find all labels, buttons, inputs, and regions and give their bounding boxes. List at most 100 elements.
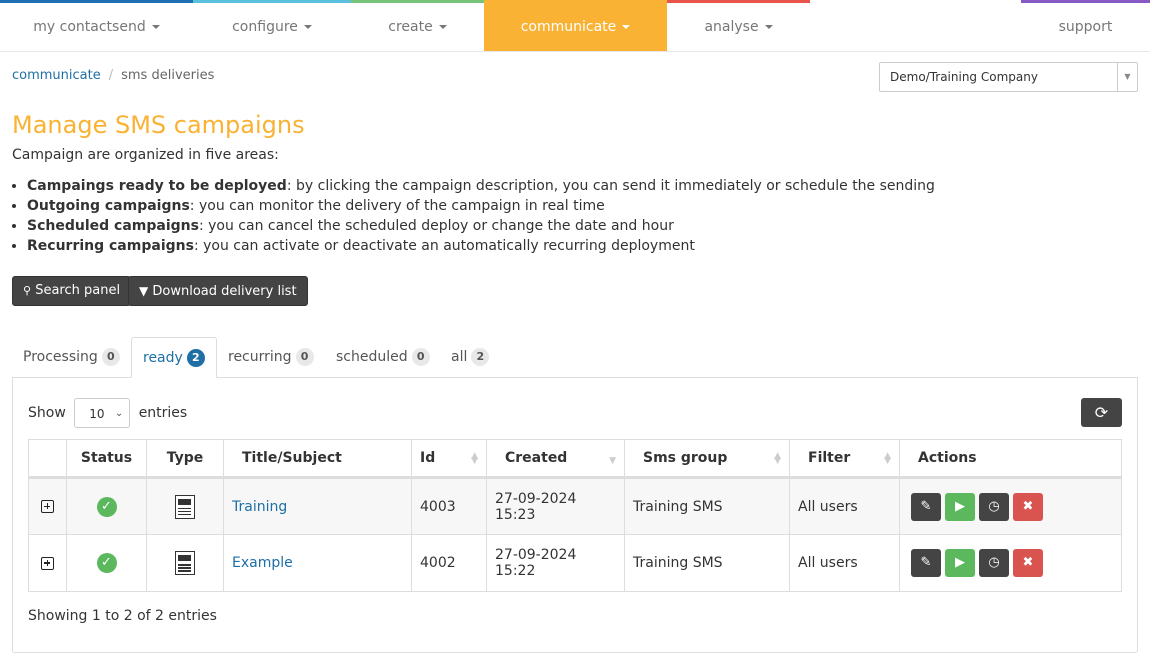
page-size-value: 10 [89, 407, 105, 421]
check-circle-icon: ✓ [96, 496, 117, 517]
status-cell: ✓ [66, 477, 147, 535]
count-badge: 2 [186, 349, 205, 367]
column-header-type[interactable]: Type [146, 439, 224, 479]
table-row: ✓ Training 4003 27-09-2024 15:23 Training… [28, 477, 1122, 535]
area-item: Outgoing campaigns: you can monitor the … [27, 196, 935, 216]
entries-label: entries [138, 405, 188, 421]
company-select[interactable]: Demo/Training Company ▼ [879, 62, 1138, 92]
breadcrumb-current: sms deliveries [121, 68, 215, 83]
play-circle-icon: ▶ [955, 498, 965, 514]
header-label: Filter [808, 450, 851, 466]
delete-button[interactable]: ✖ [1013, 549, 1043, 577]
tab-recurring[interactable]: recurring 0 [217, 337, 325, 378]
area-description: : you can cancel the scheduled deploy or… [198, 218, 674, 234]
sort-icon: ▲ ▼ [774, 451, 781, 466]
schedule-button[interactable]: ◷ [979, 549, 1009, 577]
send-button[interactable]: ▶ [945, 549, 975, 577]
created-time: 15:22 [495, 563, 536, 579]
areas-list: Campaings ready to be deployed: by click… [0, 176, 935, 256]
tab-processing[interactable]: Processing 0 [12, 337, 131, 378]
tab-label: scheduled [336, 349, 408, 365]
download-delivery-list-button[interactable]: ▼ Download delivery list [128, 276, 308, 306]
edit-icon: ✎ [920, 498, 932, 514]
page-title: Manage SMS campaigns [12, 111, 305, 139]
campaigns-table: Status Type Title/Subject Id ▲ ▼ Created ▼ … [28, 439, 1122, 592]
column-header-created[interactable]: Created ▼ [486, 439, 625, 479]
search-icon: ⚲ [23, 284, 32, 297]
edit-icon: ✎ [920, 555, 932, 570]
campaign-title-link[interactable]: Training [232, 499, 287, 515]
title-cell: Training [223, 477, 412, 535]
tab-all[interactable]: all 2 [440, 337, 500, 378]
tab-label: Processing [23, 349, 98, 365]
column-header-filter[interactable]: Filter ▲ ▼ [789, 439, 900, 479]
show-label: Show [28, 405, 66, 421]
tab-ready[interactable]: ready 2 [131, 337, 217, 378]
sort-desc-icon: ▼ [609, 456, 616, 466]
top-navigation: my contactsend configure create communic… [0, 0, 1150, 52]
dropdown-arrow-icon: ▼ [1117, 63, 1137, 91]
tab-scheduled[interactable]: scheduled 0 [325, 337, 441, 378]
area-description: : by clicking the campaign description, … [286, 178, 935, 194]
table-row: ✓ Example 4002 27-09-2024 15:22 Training … [28, 534, 1122, 592]
close-icon: ✖ [1022, 498, 1034, 514]
caret-down-icon [438, 25, 447, 29]
status-cell: ✓ [66, 534, 147, 592]
created-date: 27-09-2024 [495, 547, 577, 563]
nav-communicate[interactable]: communicate [484, 3, 667, 51]
nav-create[interactable]: create [351, 0, 484, 51]
nav-configure[interactable]: configure [193, 0, 351, 51]
edit-button[interactable]: ✎ [911, 549, 941, 577]
created-cell: 27-09-2024 15:22 [486, 534, 625, 592]
delete-button[interactable]: ✖ [1013, 492, 1043, 521]
button-label: Search panel [35, 283, 121, 298]
expand-plus-icon[interactable] [41, 556, 54, 570]
area-item: Scheduled campaigns: you can cancel the … [27, 216, 935, 236]
search-panel-button[interactable]: ⚲ Search panel [12, 276, 132, 306]
nav-analyse[interactable]: analyse [667, 0, 810, 51]
count-badge: 0 [411, 348, 430, 366]
type-cell [146, 534, 224, 592]
breadcrumb-communicate[interactable]: communicate [12, 68, 101, 83]
sms-group-cell: Training SMS [624, 477, 790, 535]
play-circle-icon: ▶ [955, 555, 965, 570]
clock-icon: ◷ [988, 555, 1000, 570]
column-header-id[interactable]: Id ▲ ▼ [411, 439, 487, 479]
column-header-title[interactable]: Title/Subject [223, 439, 412, 479]
expand-cell [28, 534, 67, 592]
close-icon: ✖ [1022, 555, 1034, 570]
campaign-title-link[interactable]: Example [232, 555, 293, 571]
intro-text: Campaign are organized in five areas: [12, 147, 279, 163]
nav-label: analyse [704, 19, 759, 35]
column-header-sms-group[interactable]: Sms group ▲ ▼ [624, 439, 790, 479]
actions-cell: ✎ ▶ ◷ ✖ [899, 477, 1122, 535]
count-badge: 0 [101, 348, 120, 366]
sort-icon: ▲ ▼ [471, 451, 478, 466]
edit-button[interactable]: ✎ [911, 492, 941, 521]
check-circle-icon: ✓ [96, 553, 117, 573]
area-description: : you can monitor the delivery of the ca… [189, 198, 605, 214]
area-title: Scheduled campaigns [27, 218, 199, 234]
column-header-status[interactable]: Status [66, 439, 147, 479]
count-badge: 2 [471, 348, 490, 366]
nav-label: create [388, 19, 433, 35]
page-size-select[interactable]: 10 ⌄ [74, 398, 131, 428]
refresh-button[interactable]: ⟳ [1081, 398, 1122, 427]
nav-my-contactsend[interactable]: my contactsend [0, 0, 193, 51]
column-header-actions: Actions [899, 439, 1122, 479]
send-button[interactable]: ▶ [945, 492, 975, 521]
breadcrumb-separator: / [108, 68, 114, 83]
expand-plus-icon[interactable] [41, 500, 54, 513]
schedule-button[interactable]: ◷ [979, 492, 1009, 521]
nav-support[interactable]: support [1021, 0, 1150, 51]
breadcrumb: communicate / sms deliveries [12, 68, 214, 83]
expand-cell [28, 477, 67, 535]
area-description: : you can activate or deactivate an auto… [193, 238, 695, 254]
filter-cell: All users [789, 477, 900, 535]
area-title: Recurring campaigns [27, 238, 194, 254]
caret-down-icon [303, 25, 312, 29]
page-size-control: Show 10 ⌄ entries [28, 398, 187, 428]
nav-label: configure [232, 19, 298, 35]
button-label: Download delivery list [152, 284, 297, 299]
count-badge: 0 [295, 348, 314, 366]
